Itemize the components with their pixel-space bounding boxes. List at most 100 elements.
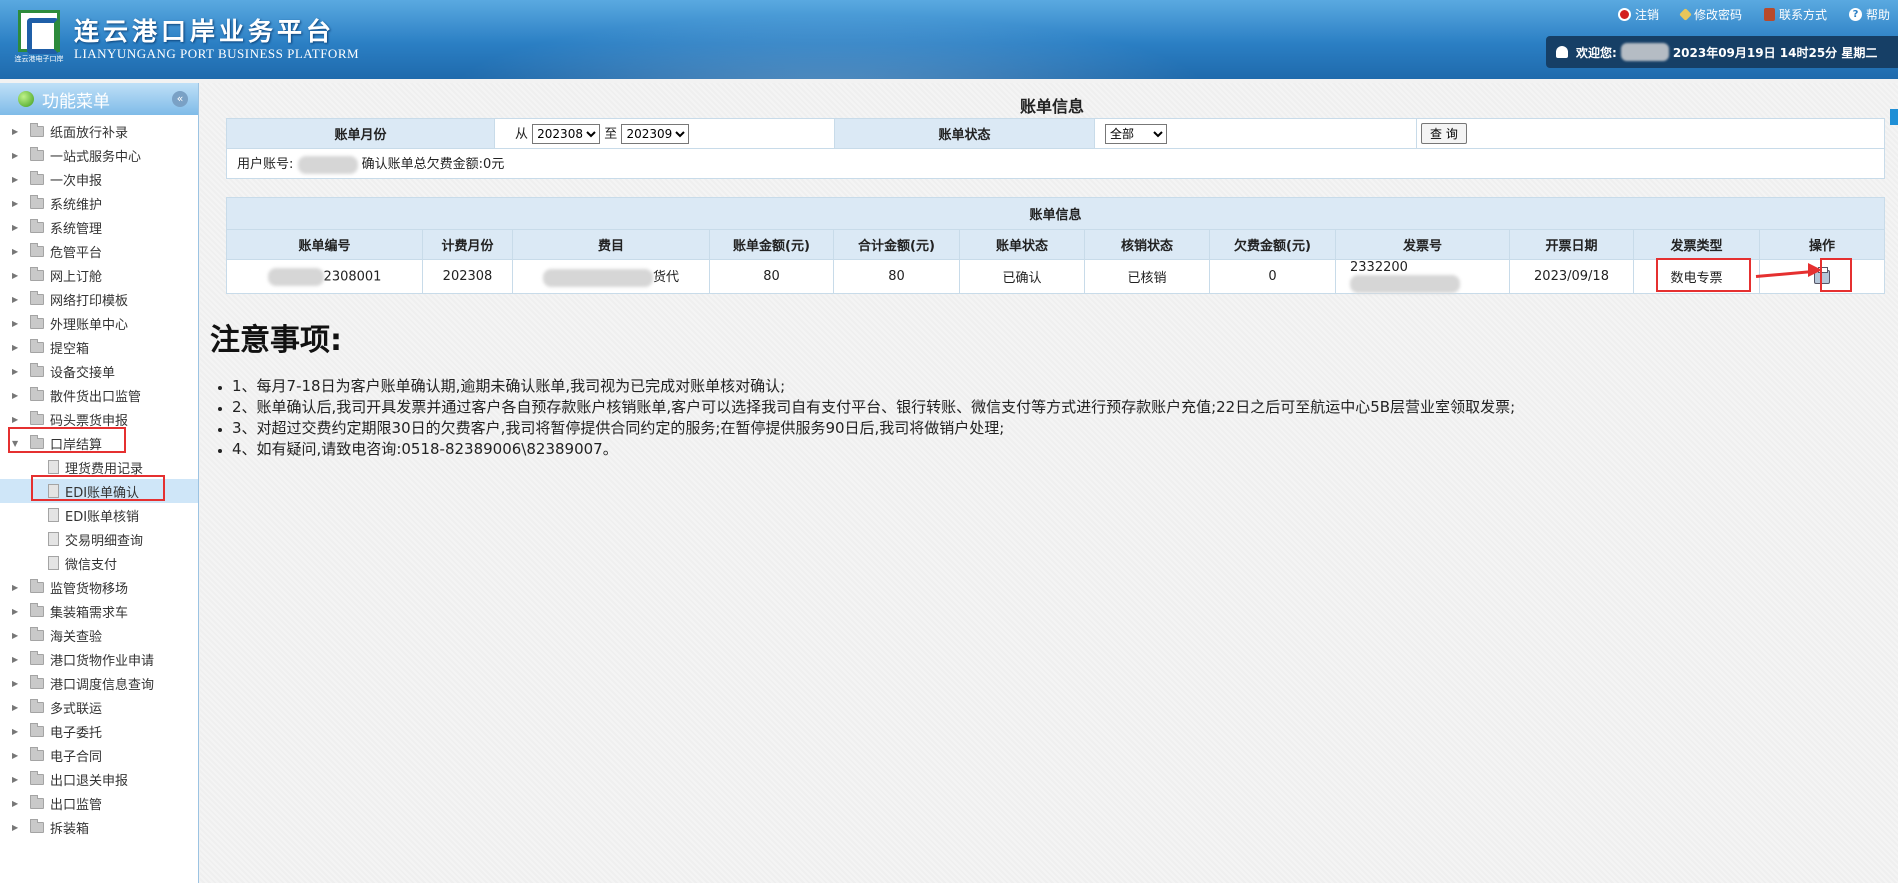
folder-icon — [30, 146, 44, 161]
sidebar-item-16[interactable]: EDI账单核销 — [0, 503, 198, 527]
sidebar-item-2[interactable]: ▶ 一次申报 — [0, 167, 198, 191]
header-banner: 连云港电子口岸 连云港口岸业务平台 LIANYUNGANG PORT BUSIN… — [0, 0, 1898, 79]
folder-icon — [30, 698, 44, 713]
sidebar-header: 功能菜单 « — [0, 83, 198, 115]
chevron-right-icon[interactable]: ▶ — [12, 127, 22, 136]
sidebar-item-18[interactable]: 微信支付 — [0, 551, 198, 575]
query-form: 账单月份 从 202308 至 202309 账单状态 全部 查 询 用户账号:… — [226, 118, 1885, 179]
sidebar-item-27[interactable]: ▶ 出口退关申报 — [0, 767, 198, 791]
page-title: 账单信息 — [1020, 97, 1085, 116]
total-amount-cell: 80 — [833, 259, 960, 294]
sidebar-item-19[interactable]: ▶ 监管货物移场 — [0, 575, 198, 599]
sidebar-item-9[interactable]: ▶ 提空箱 — [0, 335, 198, 359]
bill-table: 账单信息 账单编号 计费月份 费目 账单金额(元) 合计金额(元) 账单状态 核销状态 欠费金… — [226, 197, 1885, 294]
chevron-right-icon[interactable]: ▶ — [12, 727, 22, 736]
fee-item-value: 货代 — [652, 270, 679, 286]
chevron-right-icon[interactable]: ▶ — [12, 271, 22, 280]
contact-label: 联系方式 — [1778, 8, 1827, 22]
chevron-right-icon[interactable]: ▶ — [12, 583, 22, 592]
sidebar-item-label: 多式联运 — [50, 701, 103, 717]
sidebar-item-label: 出口退关申报 — [50, 773, 129, 789]
sidebar-item-7[interactable]: ▶ 网络打印模板 — [0, 287, 198, 311]
chevron-right-icon[interactable]: ▶ — [12, 775, 22, 784]
chevron-right-icon[interactable]: ▶ — [12, 295, 22, 304]
change-password-link[interactable]: 修改密码 — [1679, 6, 1742, 23]
highlight-box-edi-confirm — [31, 475, 165, 501]
chevron-right-icon[interactable]: ▶ — [12, 391, 22, 400]
platform-title: 连云港口岸业务平台 — [74, 17, 336, 46]
help-link[interactable]: ? 帮助 — [1848, 6, 1890, 23]
chevron-right-icon[interactable]: ▶ — [12, 199, 22, 208]
from-month-select[interactable]: 202308 — [532, 124, 601, 144]
chevron-right-icon[interactable]: ▶ — [12, 151, 22, 160]
chevron-right-icon[interactable]: ▶ — [12, 319, 22, 328]
redacted-bill-prefix — [267, 267, 324, 286]
logout-link[interactable]: 注销 — [1617, 6, 1659, 23]
sidebar-item-10[interactable]: ▶ 设备交接单 — [0, 359, 198, 383]
port-logo: 连云港电子口岸 — [14, 10, 64, 64]
sidebar-item-25[interactable]: ▶ 电子委托 — [0, 719, 198, 743]
chevron-right-icon[interactable]: ▶ — [12, 247, 22, 256]
column-header: 账单编号 — [226, 229, 423, 260]
chevron-right-icon[interactable]: ▶ — [12, 367, 22, 376]
account-arrears-summary: 确认账单总欠费金额:0元 — [361, 157, 505, 173]
status-select[interactable]: 全部 — [1105, 123, 1167, 144]
month-label: 账单月份 — [226, 118, 495, 149]
sidebar-item-26[interactable]: ▶ 电子合同 — [0, 743, 198, 767]
chevron-right-icon[interactable]: ▶ — [12, 679, 22, 688]
folder-icon — [30, 266, 44, 281]
sidebar-item-1[interactable]: ▶ 一站式服务中心 — [0, 143, 198, 167]
chevron-right-icon[interactable]: ▶ — [12, 799, 22, 808]
folder-icon — [30, 314, 44, 329]
sidebar-item-17[interactable]: 交易明细查询 — [0, 527, 198, 551]
owed-amount-cell: 0 — [1209, 259, 1336, 294]
sidebar-item-label: 港口调度信息查询 — [50, 677, 155, 693]
to-month-select[interactable]: 202309 — [621, 124, 690, 144]
sidebar-item-label: 微信支付 — [65, 557, 118, 573]
collapse-sidebar-icon[interactable]: « — [172, 91, 188, 107]
book-icon — [1763, 8, 1775, 21]
chevron-right-icon[interactable]: ▶ — [12, 703, 22, 712]
list-item: 3、对超过交费约定期限30日的欠费客户,我司将暂停提供合同约定的服务;在暂停提供… — [232, 418, 1515, 439]
current-datetime: 2023年09月19日 14时25分 星期二 — [1672, 45, 1878, 60]
chevron-right-icon[interactable]: ▶ — [12, 223, 22, 232]
contact-link[interactable]: 联系方式 — [1763, 6, 1827, 23]
chevron-right-icon[interactable]: ▶ — [12, 607, 22, 616]
sidebar-item-label: 电子委托 — [50, 725, 103, 741]
chevron-right-icon[interactable]: ▶ — [12, 823, 22, 832]
expand-panel-icon[interactable] — [1890, 109, 1898, 125]
sidebar-item-29[interactable]: ▶ 拆装箱 — [0, 815, 198, 839]
chevron-right-icon[interactable]: ▶ — [12, 415, 22, 424]
sidebar-item-label: 出口监管 — [50, 797, 103, 813]
sidebar-item-20[interactable]: ▶ 集装箱需求车 — [0, 599, 198, 623]
chevron-right-icon[interactable]: ▶ — [12, 751, 22, 760]
sidebar-item-4[interactable]: ▶ 系统管理 — [0, 215, 198, 239]
sidebar-item-8[interactable]: ▶ 外理账单中心 — [0, 311, 198, 335]
chevron-right-icon[interactable]: ▶ — [12, 655, 22, 664]
from-label: 从 — [515, 127, 529, 142]
sidebar-item-6[interactable]: ▶ 网上订舱 — [0, 263, 198, 287]
column-header: 费目 — [512, 229, 710, 260]
sidebar-item-label: 交易明细查询 — [65, 533, 144, 549]
chevron-right-icon[interactable]: ▶ — [12, 175, 22, 184]
sidebar-item-28[interactable]: ▶ 出口监管 — [0, 791, 198, 815]
sidebar-item-23[interactable]: ▶ 港口调度信息查询 — [0, 671, 198, 695]
sidebar-item-label: 理货费用记录 — [65, 461, 144, 477]
sidebar-item-11[interactable]: ▶ 散件货出口监管 — [0, 383, 198, 407]
bill-amount-cell: 80 — [709, 259, 834, 294]
sidebar-item-22[interactable]: ▶ 港口货物作业申请 — [0, 647, 198, 671]
chevron-right-icon[interactable]: ▶ — [12, 631, 22, 640]
table-row[interactable]: 2308001 202308 货代 80 80 已确认 已核销 0 233220… — [226, 259, 1885, 294]
sidebar-item-0[interactable]: ▶ 纸面放行补录 — [0, 119, 198, 143]
sidebar-item-3[interactable]: ▶ 系统维护 — [0, 191, 198, 215]
column-header: 发票号 — [1335, 229, 1510, 260]
sidebar-item-21[interactable]: ▶ 海关查验 — [0, 623, 198, 647]
status-cell: 全部 — [1094, 118, 1417, 149]
chevron-right-icon[interactable]: ▶ — [12, 343, 22, 352]
sidebar-item-24[interactable]: ▶ 多式联运 — [0, 695, 198, 719]
help-icon: ? — [1848, 8, 1862, 21]
query-button[interactable]: 查 询 — [1421, 123, 1467, 144]
folder-icon — [30, 410, 44, 425]
sidebar-item-label: 设备交接单 — [50, 365, 116, 381]
sidebar-item-5[interactable]: ▶ 危管平台 — [0, 239, 198, 263]
